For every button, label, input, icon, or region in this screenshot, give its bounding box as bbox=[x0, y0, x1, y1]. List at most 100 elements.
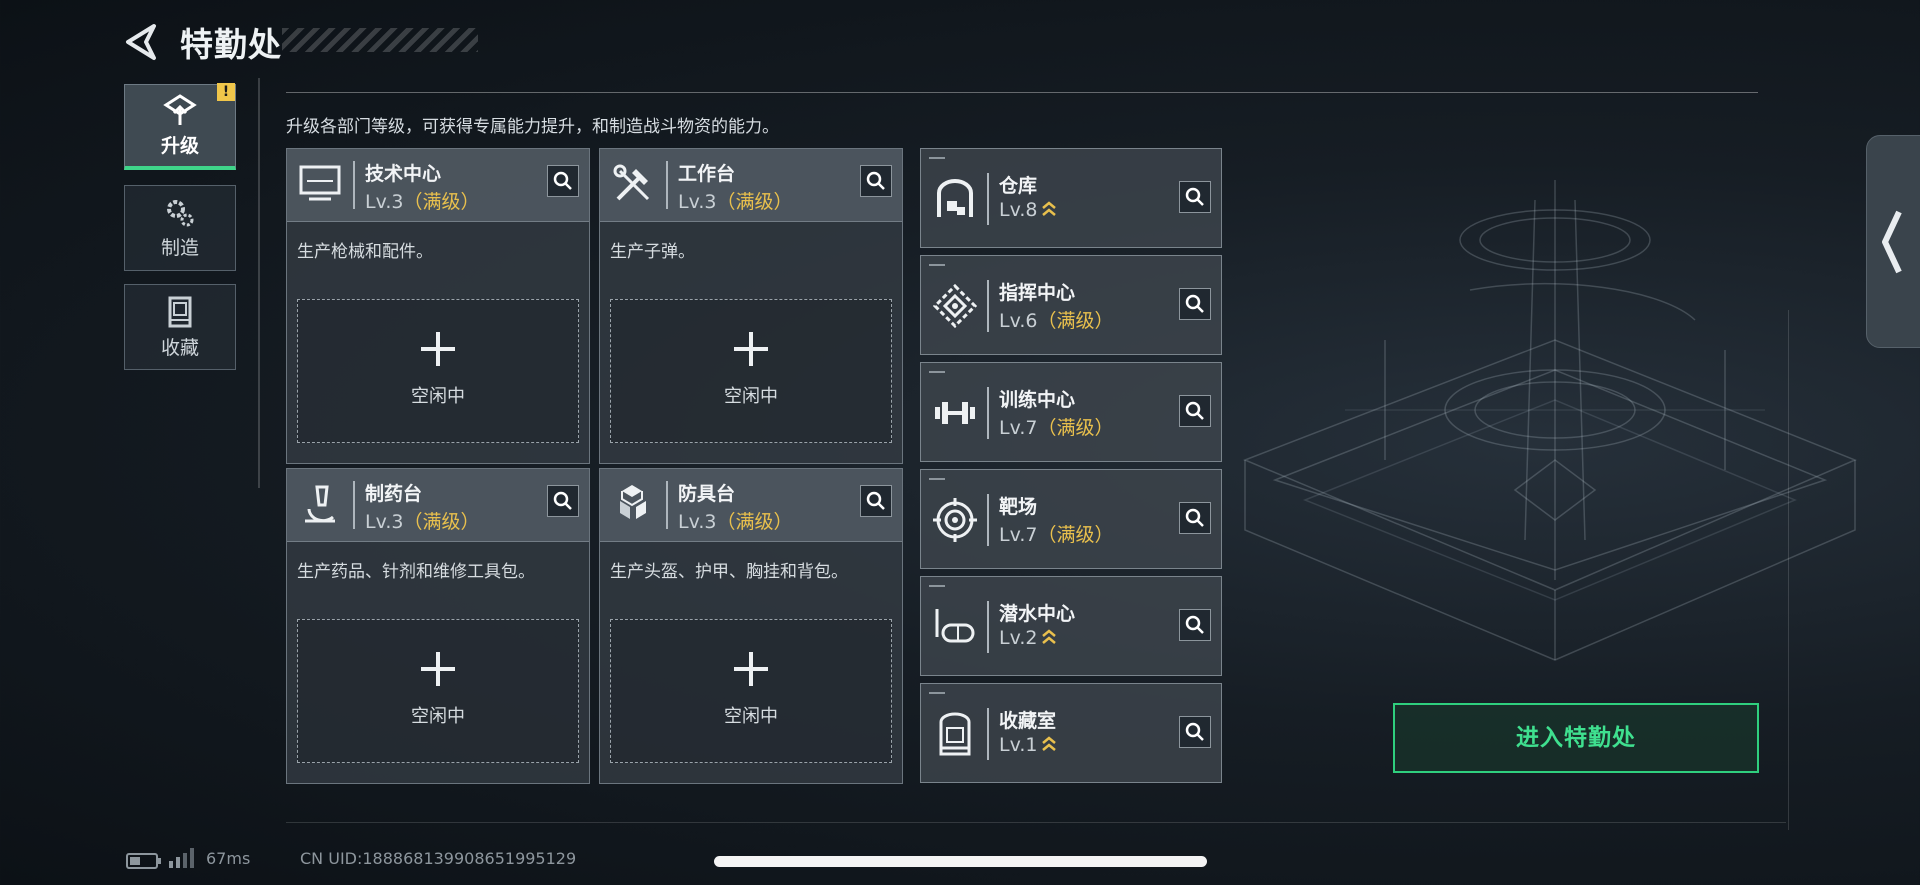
search-icon bbox=[553, 171, 572, 190]
warehouse-icon bbox=[937, 179, 973, 217]
inspect-button[interactable] bbox=[547, 165, 579, 197]
plus-icon bbox=[421, 652, 455, 686]
facility-level: Lv.7（满级） bbox=[999, 524, 1114, 546]
top-divider bbox=[286, 92, 1758, 93]
card-separator bbox=[987, 173, 989, 225]
sidebar-item-collection[interactable]: 收藏 bbox=[124, 284, 236, 370]
production-slot[interactable]: 空闲中 bbox=[297, 619, 579, 763]
slot-status: 空闲中 bbox=[724, 386, 778, 407]
sidebar-item-label: 收藏 bbox=[160, 336, 199, 359]
card-header: 制药台 Lv.3（满级） bbox=[287, 469, 589, 542]
inspect-button[interactable] bbox=[1179, 502, 1211, 534]
card-header: 防具台 Lv.3（满级） bbox=[600, 469, 902, 542]
gears-icon bbox=[167, 199, 194, 226]
inspect-button[interactable] bbox=[1179, 288, 1211, 320]
command-icon bbox=[932, 283, 978, 329]
card-tick bbox=[929, 478, 945, 480]
card-tick bbox=[929, 371, 945, 373]
level-up-chevron-icon bbox=[1042, 629, 1057, 644]
facility-name: 靶场 bbox=[999, 496, 1038, 518]
side-panel-toggle[interactable] bbox=[1866, 135, 1920, 348]
slot-status: 空闲中 bbox=[724, 706, 778, 727]
target-icon bbox=[933, 498, 977, 542]
facility-level: Lv.2 bbox=[999, 627, 1057, 649]
chevron-left-icon bbox=[1882, 210, 1902, 274]
inspect-button[interactable] bbox=[860, 165, 892, 197]
sidebar-item-craft[interactable]: 制造 bbox=[124, 185, 236, 271]
production-slot[interactable]: 空闲中 bbox=[610, 299, 892, 443]
workshop-level: Lv.3（满级） bbox=[678, 511, 793, 533]
inspect-button[interactable] bbox=[547, 485, 579, 517]
facility-card-warehouse[interactable]: 仓库 Lv.8 bbox=[920, 148, 1222, 248]
inspect-button[interactable] bbox=[1179, 181, 1211, 213]
enter-special-ops-button[interactable]: 进入特勤处 bbox=[1393, 703, 1759, 773]
workshop-description: 生产药品、针剂和维修工具包。 bbox=[297, 562, 535, 582]
search-icon bbox=[553, 491, 572, 510]
search-icon bbox=[1185, 294, 1204, 313]
facility-card-diving-center[interactable]: 潜水中心 Lv.2 bbox=[920, 576, 1222, 676]
tools-icon bbox=[613, 164, 650, 201]
card-tick bbox=[929, 264, 945, 266]
facility-card-shooting-range[interactable]: 靶场 Lv.7（满级） bbox=[920, 469, 1222, 569]
frame-line-bottom bbox=[286, 822, 1786, 823]
battery-icon bbox=[126, 853, 161, 869]
card-tick bbox=[929, 157, 945, 159]
slot-status: 空闲中 bbox=[411, 706, 465, 727]
display-case-icon bbox=[939, 712, 971, 756]
workshop-card-pharmacy[interactable]: 制药台 Lv.3（满级） 生产药品、针剂和维修工具包。 空闲中 bbox=[286, 468, 590, 784]
facility-level: Lv.6（满级） bbox=[999, 310, 1114, 332]
card-separator bbox=[987, 387, 989, 439]
workshop-name: 技术中心 bbox=[365, 163, 442, 185]
page-title: 特勤处 bbox=[180, 25, 282, 64]
card-separator bbox=[987, 280, 989, 332]
plus-icon bbox=[421, 332, 455, 366]
sidebar-divider bbox=[258, 78, 260, 488]
card-separator bbox=[666, 161, 668, 209]
inspect-button[interactable] bbox=[1179, 716, 1211, 748]
plus-icon bbox=[734, 652, 768, 686]
ping-readout: 67ms bbox=[206, 849, 251, 868]
diving-mask-icon bbox=[935, 609, 975, 643]
computer-icon bbox=[299, 165, 341, 201]
upgrade-icon bbox=[163, 94, 197, 125]
title-decoration bbox=[282, 28, 478, 52]
production-slot[interactable]: 空闲中 bbox=[610, 619, 892, 763]
back-arrow-icon[interactable] bbox=[122, 22, 162, 62]
inspect-button[interactable] bbox=[1179, 395, 1211, 427]
card-separator bbox=[987, 494, 989, 546]
facility-card-training-center[interactable]: 训练中心 Lv.7（满级） bbox=[920, 362, 1222, 462]
workshop-level: Lv.3（满级） bbox=[678, 191, 793, 213]
search-icon bbox=[1185, 401, 1204, 420]
production-slot[interactable]: 空闲中 bbox=[297, 299, 579, 443]
card-separator bbox=[666, 481, 668, 529]
card-header: 技术中心 Lv.3（满级） bbox=[287, 149, 589, 222]
page-description: 升级各部门等级，可获得专属能力提升，和制造战斗物资的能力。 bbox=[286, 117, 779, 137]
facility-card-collection-room[interactable]: 收藏室 Lv.1 bbox=[920, 683, 1222, 783]
workshop-card-workbench[interactable]: 工作台 Lv.3（满级） 生产子弹。 空闲中 bbox=[599, 148, 903, 464]
workshop-level: Lv.3（满级） bbox=[365, 511, 480, 533]
workshop-name: 工作台 bbox=[678, 163, 736, 185]
inspect-button[interactable] bbox=[1179, 609, 1211, 641]
microscope-icon bbox=[305, 485, 335, 523]
search-icon bbox=[1185, 508, 1204, 527]
search-icon bbox=[1185, 722, 1204, 741]
workshop-card-armor-bench[interactable]: 防具台 Lv.3（满级） 生产头盔、护甲、胸挂和背包。 空闲中 bbox=[599, 468, 903, 784]
card-separator bbox=[987, 708, 989, 760]
inspect-button[interactable] bbox=[860, 485, 892, 517]
facility-level: Lv.1 bbox=[999, 734, 1057, 756]
card-header: 工作台 Lv.3（满级） bbox=[600, 149, 902, 222]
user-uid: CN UID:18886813990865199512​9 bbox=[300, 849, 577, 868]
facility-name: 收藏室 bbox=[999, 710, 1057, 732]
facility-card-command-center[interactable]: 指挥中心 Lv.6（满级） bbox=[920, 255, 1222, 355]
facility-name: 指挥中心 bbox=[999, 282, 1076, 304]
sidebar-item-label: 升级 bbox=[160, 135, 199, 157]
facility-name: 仓库 bbox=[999, 175, 1038, 197]
slot-status: 空闲中 bbox=[411, 386, 465, 407]
frame-line-right bbox=[1788, 310, 1789, 830]
card-separator bbox=[353, 481, 355, 529]
workshop-card-tech-center[interactable]: 技术中心 Lv.3（满级） 生产枪械和配件。 空闲中 bbox=[286, 148, 590, 464]
card-tick bbox=[929, 692, 945, 694]
home-indicator[interactable] bbox=[714, 856, 1207, 867]
base-wireframe-illustration bbox=[1242, 180, 1857, 661]
signal-icon bbox=[169, 848, 194, 868]
